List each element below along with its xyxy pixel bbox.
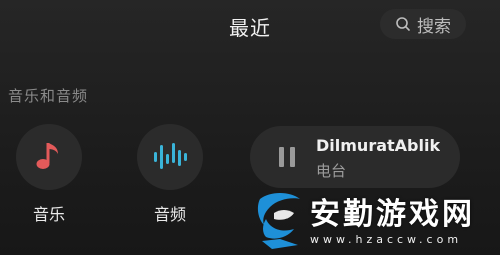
recents-page: 最近 搜索 音乐和音频 音乐 音频 DilmuratAbliki 电台 安勤游戏… xyxy=(0,0,500,255)
pause-icon[interactable] xyxy=(276,146,298,168)
watermark-url: www.hzaccw.com xyxy=(310,233,463,246)
radio-card[interactable]: DilmuratAbliki 电台 xyxy=(250,126,460,188)
audio-tile-label: 音频 xyxy=(153,205,186,224)
music-note-icon xyxy=(36,143,58,169)
music-tile-label: 音乐 xyxy=(32,205,65,224)
section-title: 音乐和音频 xyxy=(8,87,89,105)
watermark-brand: 安勤游戏网 xyxy=(310,197,475,232)
audio-wave-icon xyxy=(154,143,187,169)
brand-logo-icon xyxy=(257,193,300,249)
radio-subtitle: 电台 xyxy=(316,162,347,180)
search-icon xyxy=(396,17,410,31)
search-button[interactable]: 搜索 xyxy=(380,9,466,39)
audio-tile-button[interactable] xyxy=(137,124,203,190)
radio-title: DilmuratAbliki xyxy=(316,136,440,155)
search-label: 搜索 xyxy=(417,16,451,37)
music-tile-button[interactable] xyxy=(16,124,82,190)
site-watermark: 安勤游戏网 www.hzaccw.com xyxy=(248,187,500,255)
